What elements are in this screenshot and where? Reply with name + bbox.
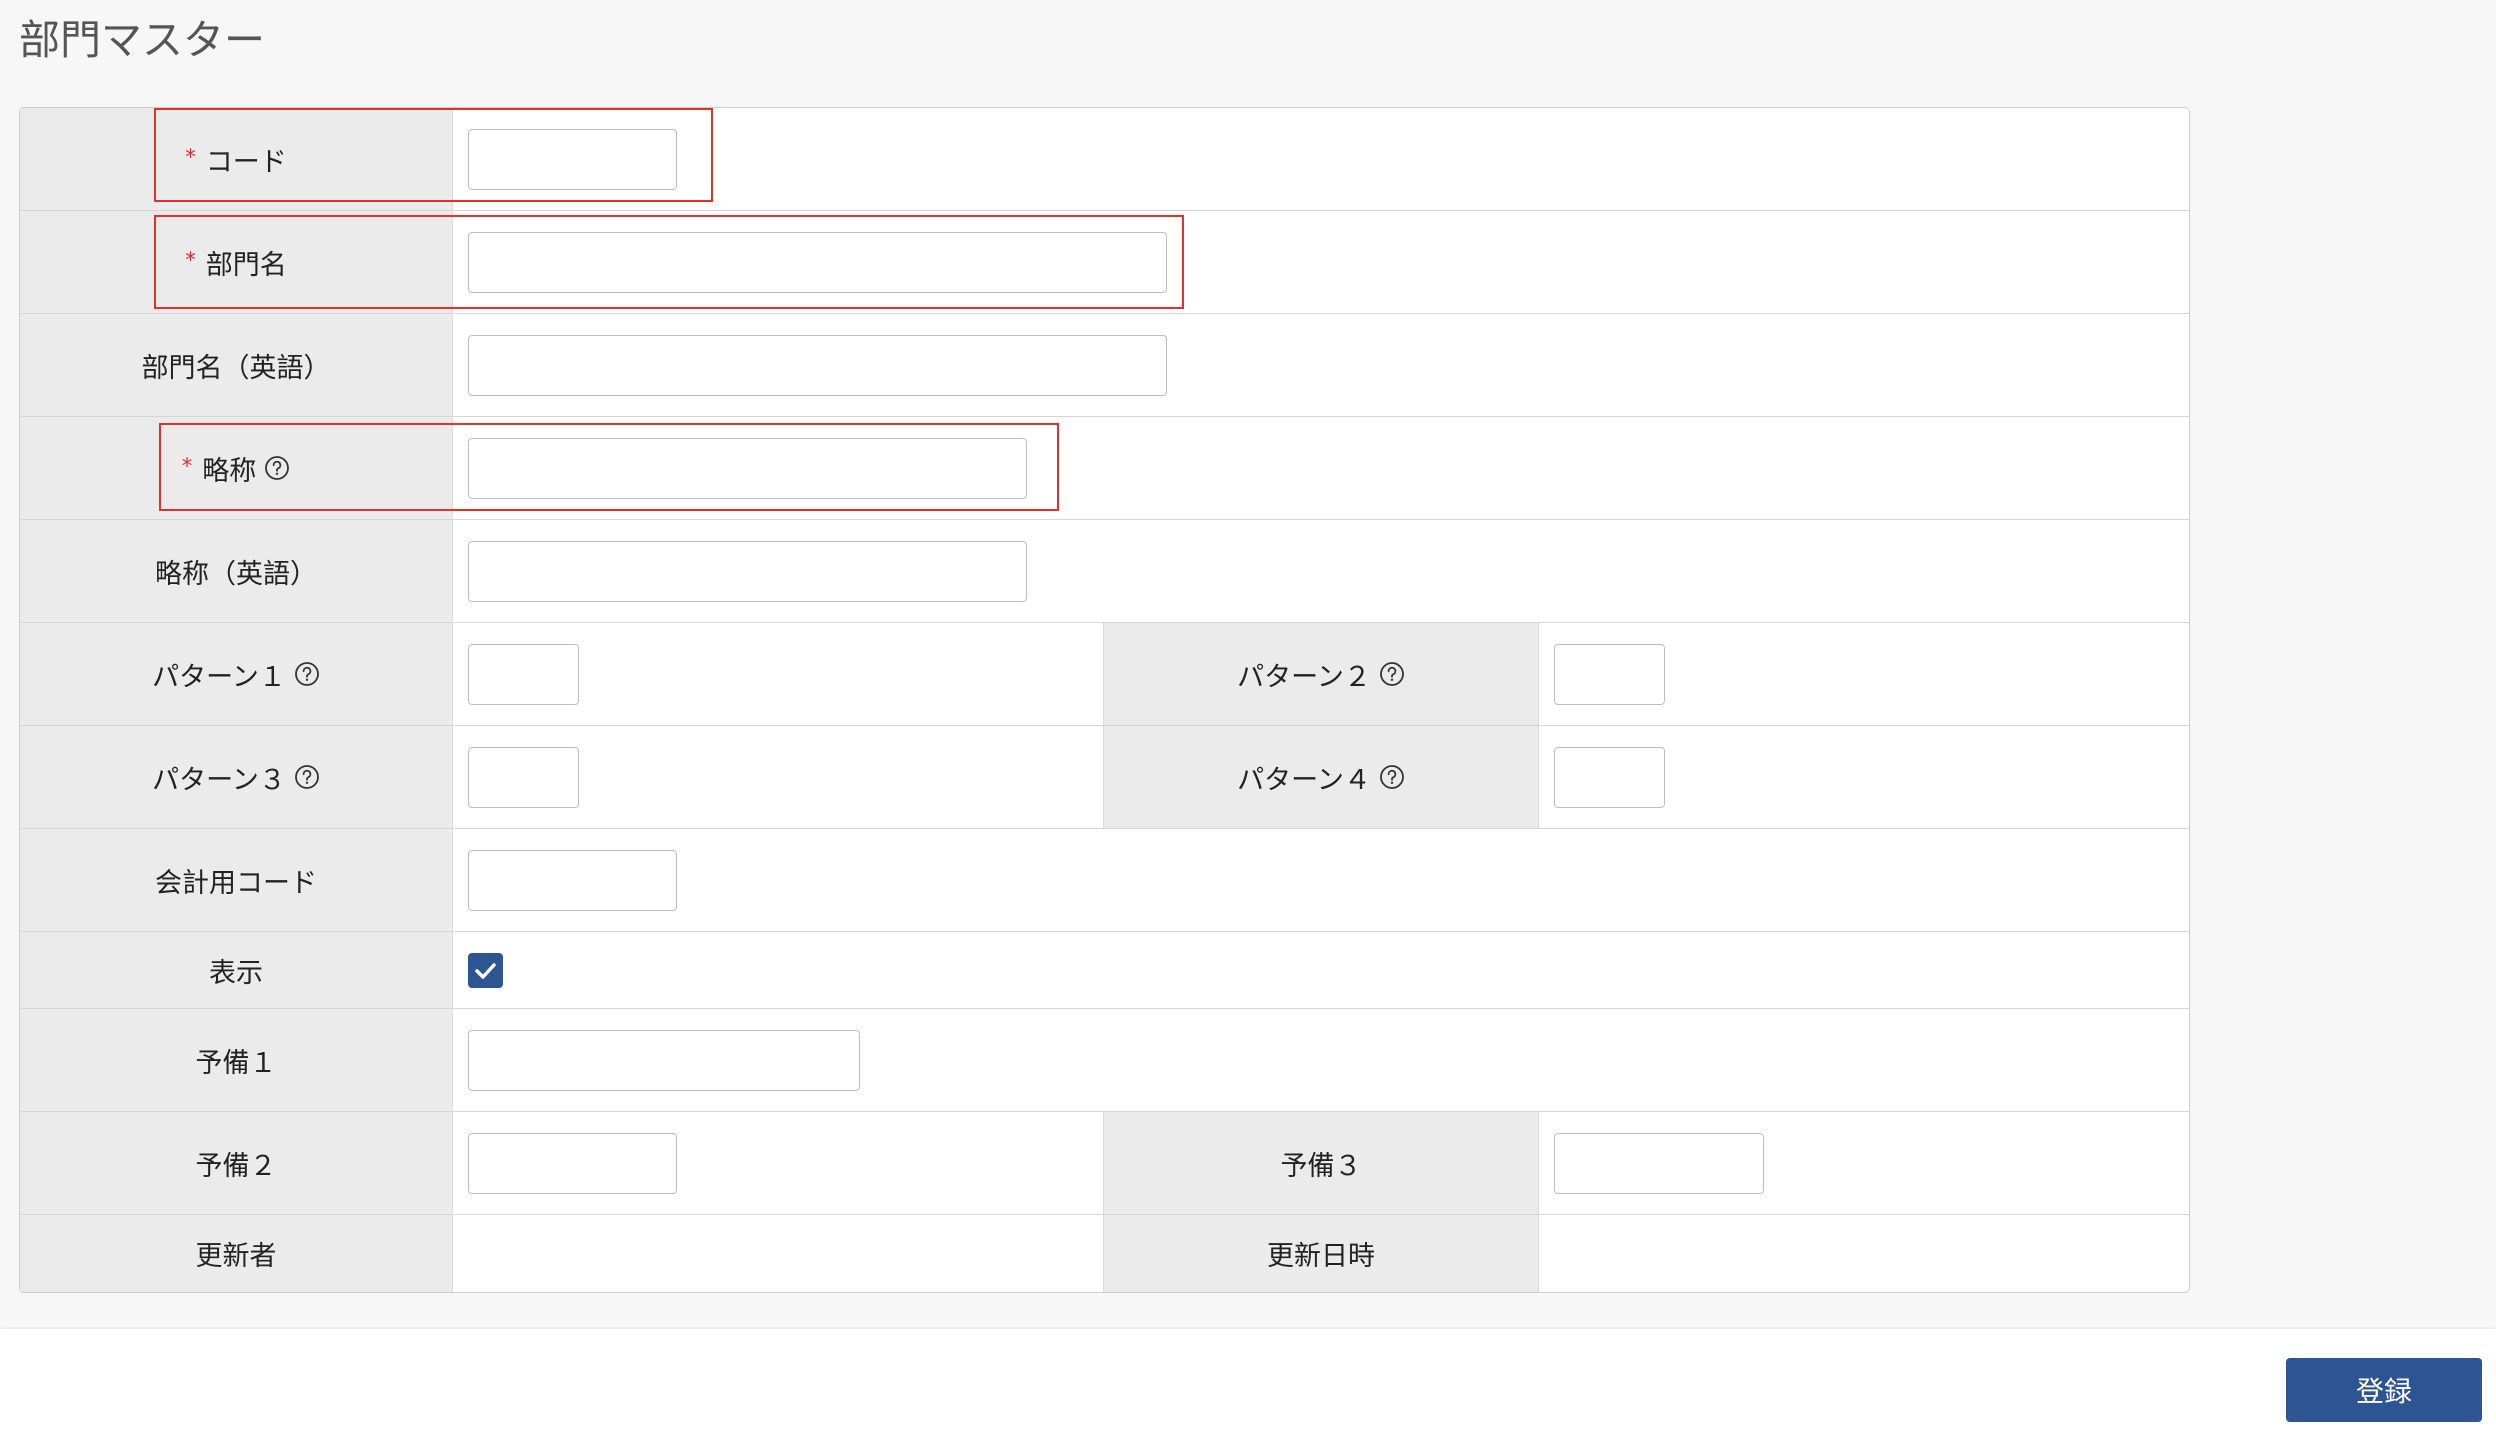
pattern2-input[interactable]	[1554, 643, 1665, 705]
value-cell-short-name-en	[453, 520, 2189, 622]
reserve3-label: 予備３	[1280, 1150, 1362, 1182]
display-label: 表示	[209, 957, 263, 989]
form-row-name: * 部門名	[20, 211, 2189, 314]
pattern2-label: パターン２	[1237, 661, 1371, 693]
label-cell-name-en: 部門名（英語）	[20, 314, 453, 416]
label-cell-display: 表示	[20, 932, 453, 1008]
code-label: コード	[205, 146, 287, 178]
accounting-code-input[interactable]	[468, 849, 677, 911]
pattern3-input[interactable]	[468, 746, 579, 808]
value-cell-pattern3	[453, 726, 1104, 828]
display-checkbox[interactable]	[468, 952, 503, 988]
reserve2-input[interactable]	[468, 1132, 677, 1194]
label-cell-reserve3: 予備３	[1104, 1112, 1539, 1214]
accounting-code-label: 会計用コード	[155, 867, 317, 899]
label-cell-pattern2: パターン２	[1104, 623, 1539, 725]
reserve1-input[interactable]	[468, 1029, 860, 1091]
code-input[interactable]	[468, 128, 677, 190]
label-cell-reserve2: 予備２	[20, 1112, 453, 1214]
label-cell-reserve1: 予備１	[20, 1009, 453, 1111]
short-name-input[interactable]	[468, 437, 1027, 499]
form-row-reserve-2-3: 予備２ 予備３	[20, 1112, 2189, 1215]
short-name-en-label: 略称（英語）	[155, 558, 317, 590]
pattern1-input[interactable]	[468, 643, 579, 705]
value-cell-code	[453, 108, 2189, 210]
name-input[interactable]	[468, 231, 1167, 293]
check-icon	[475, 962, 496, 979]
label-cell-pattern3: パターン３	[20, 726, 453, 828]
value-cell-reserve3	[1539, 1112, 2189, 1214]
register-button[interactable]: 登録	[2286, 1358, 2482, 1422]
name-label: 部門名	[205, 249, 287, 281]
form-row-pattern-3-4: パターン３ パターン４	[20, 726, 2189, 829]
help-icon[interactable]	[264, 455, 290, 481]
value-cell-display	[453, 932, 2189, 1008]
form-row-reserve1: 予備１	[20, 1009, 2189, 1112]
label-cell-pattern4: パターン４	[1104, 726, 1539, 828]
label-cell-short-name: * 略称	[20, 417, 453, 519]
form-row-short-name-en: 略称（英語）	[20, 520, 2189, 623]
updated-by-label: 更新者	[195, 1241, 277, 1272]
page-title: 部門マスター	[19, 16, 265, 64]
department-master-form: * コード * 部門名 部門名（英語） * 略称 略称（英語） パターン１ パタ…	[19, 107, 2190, 1293]
short-name-en-input[interactable]	[468, 540, 1027, 602]
form-row-code: * コード	[20, 108, 2189, 211]
help-icon[interactable]	[294, 764, 320, 790]
value-cell-name	[453, 211, 2189, 313]
value-cell-reserve1	[453, 1009, 2189, 1111]
reserve1-label: 予備１	[195, 1047, 277, 1079]
help-icon[interactable]	[294, 661, 320, 687]
value-cell-pattern4	[1539, 726, 2189, 828]
pattern4-input[interactable]	[1554, 746, 1665, 808]
label-cell-accounting-code: 会計用コード	[20, 829, 453, 931]
label-cell-name: * 部門名	[20, 211, 453, 313]
value-cell-accounting-code	[453, 829, 2189, 931]
form-row-name-en: 部門名（英語）	[20, 314, 2189, 417]
value-cell-pattern2	[1539, 623, 2189, 725]
value-cell-updated-by	[453, 1215, 1104, 1292]
label-cell-pattern1: パターン１	[20, 623, 453, 725]
name-en-label: 部門名（英語）	[141, 352, 331, 384]
updated-at-label: 更新日時	[1267, 1241, 1375, 1272]
form-row-pattern-1-2: パターン１ パターン２	[20, 623, 2189, 726]
pattern4-label: パターン４	[1237, 764, 1371, 796]
pattern3-label: パターン３	[152, 764, 286, 796]
required-mark: *	[181, 454, 193, 478]
form-row-updated: 更新者 更新日時	[20, 1215, 2189, 1292]
form-row-accounting-code: 会計用コード	[20, 829, 2189, 932]
required-mark: *	[185, 145, 196, 169]
help-icon[interactable]	[1379, 764, 1405, 790]
label-cell-updated-by: 更新者	[20, 1215, 453, 1292]
form-row-display: 表示	[20, 932, 2189, 1009]
footer-bar: 登録	[0, 1329, 2496, 1432]
label-cell-short-name-en: 略称（英語）	[20, 520, 453, 622]
form-row-short-name: * 略称	[20, 417, 2189, 520]
label-cell-code: * コード	[20, 108, 453, 210]
label-cell-updated-at: 更新日時	[1104, 1215, 1539, 1292]
reserve3-input[interactable]	[1554, 1132, 1764, 1194]
value-cell-updated-at	[1539, 1215, 2189, 1292]
name-en-input[interactable]	[468, 334, 1167, 396]
pattern1-label: パターン１	[152, 661, 286, 693]
short-name-label: 略称	[202, 455, 257, 487]
required-mark: *	[185, 248, 196, 272]
value-cell-name-en	[453, 314, 2189, 416]
reserve2-label: 予備２	[195, 1150, 277, 1182]
help-icon[interactable]	[1379, 661, 1405, 687]
value-cell-pattern1	[453, 623, 1104, 725]
value-cell-reserve2	[453, 1112, 1104, 1214]
value-cell-short-name	[453, 417, 2189, 519]
